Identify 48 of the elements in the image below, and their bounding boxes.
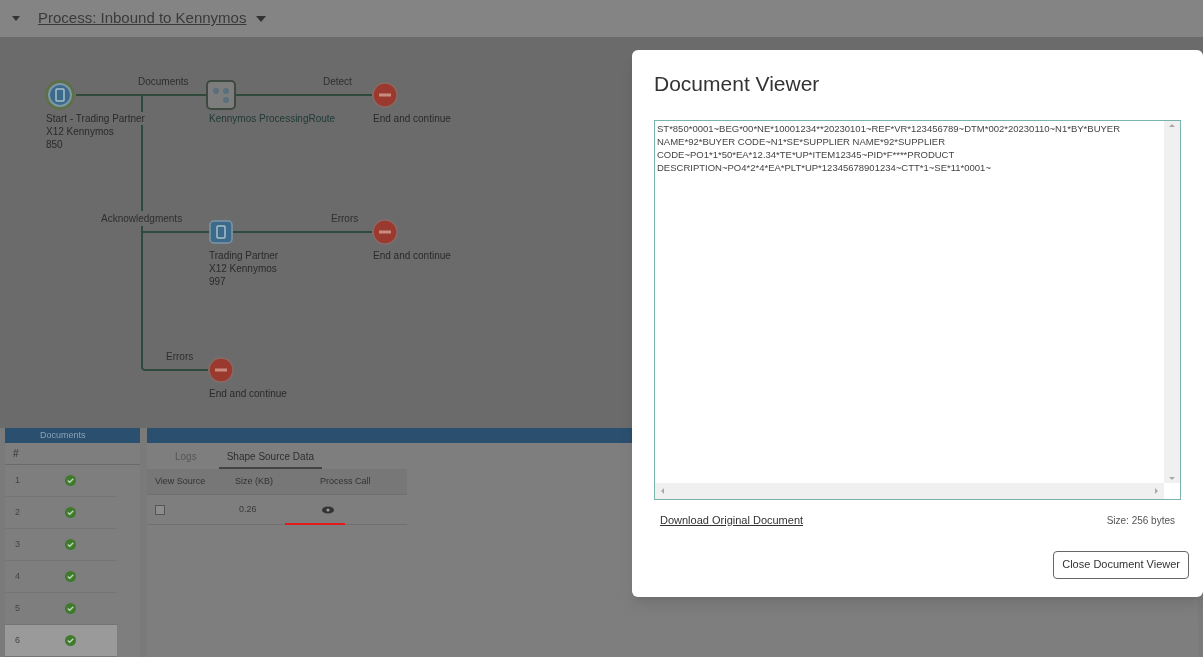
documents-header: Documents <box>5 428 140 443</box>
column-header: # <box>13 447 19 461</box>
document-content-field[interactable] <box>654 120 1181 500</box>
check-icon <box>65 603 76 614</box>
close-viewer-button[interactable]: Close Document Viewer <box>1053 550 1189 579</box>
check-icon <box>65 571 76 582</box>
node-label: X12 Kennymos <box>46 125 114 138</box>
node-label: End and continue <box>209 387 287 400</box>
document-node-icon[interactable] <box>209 220 233 244</box>
table-cell-text: 0.26 <box>238 502 258 516</box>
node-label: 850 <box>46 138 63 151</box>
row-number: 6 <box>15 633 21 647</box>
column-header: Size (KB) <box>234 474 274 488</box>
horizontal-scrollbar[interactable] <box>655 483 1164 499</box>
node-label: Trading Partner <box>209 249 279 262</box>
node-label: 997 <box>209 275 226 288</box>
node-label: X12 Kennymos <box>209 262 277 275</box>
vertical-scrollbar[interactable] <box>1164 121 1180 483</box>
route-node-icon[interactable] <box>206 80 236 110</box>
document-icon[interactable] <box>155 504 165 515</box>
node-label: End and continue <box>373 249 451 262</box>
download-link[interactable]: Download Original Document <box>660 512 804 529</box>
node-label: Kennymos ProcessingRoute <box>209 112 336 125</box>
node-label: Start - Trading Partner <box>46 112 145 125</box>
check-icon <box>65 539 76 550</box>
caret-icon[interactable] <box>256 15 267 22</box>
scroll-left-icon[interactable] <box>661 488 664 494</box>
scroll-up-icon[interactable] <box>1169 124 1175 127</box>
document-row[interactable]: 6 <box>5 625 117 657</box>
scroll-right-icon[interactable] <box>1155 488 1158 494</box>
start-node-icon[interactable] <box>44 79 76 111</box>
dialog-title: Document Viewer <box>654 71 821 97</box>
stop-node-icon[interactable] <box>208 357 234 383</box>
check-icon <box>65 507 76 518</box>
annotation-underline <box>285 523 345 525</box>
node-label: End and continue <box>373 112 451 125</box>
check-icon <box>65 475 76 486</box>
size-text: Size: 256 bytes <box>1106 513 1175 528</box>
stop-node-icon[interactable] <box>372 219 398 245</box>
scroll-down-icon[interactable] <box>1169 477 1175 480</box>
document-text: ST*850*0001~BEG*00*NE*10001234**20230101~REF*VR*123456789~DTM*002*20230110~N1*BY*BUYER NAME*92*BUYER CODE~N1*SE*SUPPLIER NAME*92*SUPPLIER CODE~PO1*1*50*EA*12.34*TE*UP*ITEM12345~PID*F****PRODUCT DESCRIPTION~PO4*2*4*EA*PLT*UP*12345678901234~CTT*1~SE*11*0001~ <box>656 122 1122 175</box>
stop-node-icon[interactable] <box>372 82 398 108</box>
eye-icon[interactable] <box>322 505 334 514</box>
collapse-icon[interactable] <box>12 16 20 21</box>
column-header: View Source <box>154 474 207 488</box>
check-icon <box>65 635 76 646</box>
edge-label: Acknowledgments <box>100 211 184 226</box>
process-title[interactable]: Process: Inbound to Kennymos <box>38 7 247 30</box>
